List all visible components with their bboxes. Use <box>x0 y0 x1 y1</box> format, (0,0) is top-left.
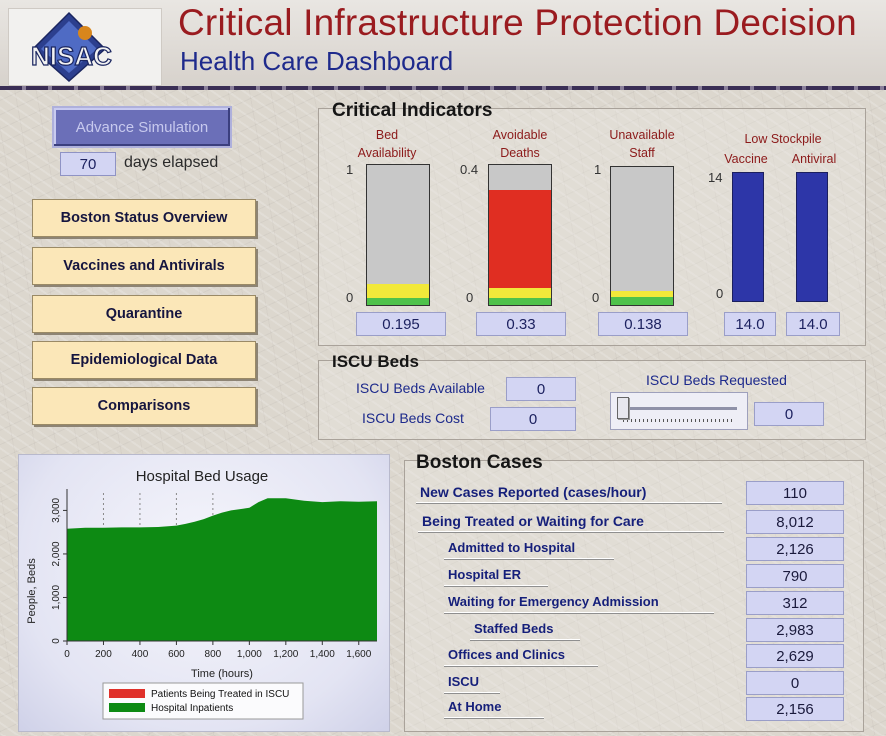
vaccines-antivirals-button[interactable]: Vaccines and Antivirals <box>32 247 256 285</box>
chart-y-axis-label: People, Beds <box>26 558 38 624</box>
unavailable-staff-gauge <box>610 166 674 306</box>
avoidable-deaths-value: 0.33 <box>476 312 566 336</box>
bed-axis-max: 1 <box>346 162 354 177</box>
low-stockpile-label: Low Stockpile <box>744 132 822 146</box>
iscu-cases-value: 0 <box>746 671 844 695</box>
antiviral-value: 14.0 <box>786 312 840 336</box>
chart-y-tick-label: 0 <box>51 638 62 644</box>
avoidable-deaths-gauge <box>488 164 552 306</box>
chart-x-tick-label: 200 <box>95 649 112 660</box>
epidemiological-data-button[interactable]: Epidemiological Data <box>32 341 256 379</box>
staff-axis-max: 1 <box>594 162 602 177</box>
page-title: Critical Infrastructure Protection Decis… <box>178 2 857 43</box>
avoidable-deaths-label: Avoidable Deaths <box>492 128 548 160</box>
offices-clinics-value: 2,629 <box>746 644 844 668</box>
chart-title: Hospital Bed Usage <box>136 468 269 485</box>
iscu-requested-slider[interactable] <box>610 392 748 430</box>
chart-x-tick-label: 0 <box>64 649 70 660</box>
antiviral-label: Antiviral <box>791 152 837 166</box>
being-treated-label: Being Treated or Waiting for Care <box>418 511 724 532</box>
unavailable-staff-label: Unavailable Staff <box>609 128 675 160</box>
nisac-logo: NISAC <box>8 8 162 86</box>
chart-x-tick-label: 600 <box>168 649 185 660</box>
chart-y-tick-label: 2,000 <box>51 541 62 566</box>
admitted-label: Admitted to Hospital <box>444 538 614 559</box>
chart-x-tick-label: 400 <box>132 649 149 660</box>
vaccine-bar <box>732 172 764 302</box>
hospital-bed-usage-chart: Hospital Bed Usage People, Beds Time (ho… <box>18 454 390 732</box>
bed-yellow-fill <box>367 284 429 298</box>
deaths-axis-max: 0.4 <box>460 162 479 177</box>
slider-thumb[interactable] <box>617 397 629 419</box>
legend-swatch <box>109 689 145 698</box>
critical-indicators-title: Critical Indicators <box>332 100 493 121</box>
vaccine-label: Vaccine <box>724 152 768 166</box>
offices-clinics-label: Offices and Clinics <box>444 645 598 666</box>
iscu-requested-value: 0 <box>754 402 824 426</box>
iscu-available-label: ISCU Beds Available <box>356 380 485 396</box>
staffed-beds-label: Staffed Beds <box>470 619 580 640</box>
deaths-yellow-fill <box>489 288 551 298</box>
legend-label: Patients Being Treated in ISCU <box>151 689 289 700</box>
chart-y-tick-label: 1,000 <box>51 585 62 610</box>
iscu-beds-title: ISCU Beds <box>332 352 419 371</box>
deaths-red-fill <box>489 190 551 288</box>
staff-green-fill <box>611 297 673 305</box>
chart-x-tick-label: 1,400 <box>310 649 335 660</box>
header-divider <box>0 86 886 90</box>
stockpile-axis-max: 14 <box>708 170 723 185</box>
iscu-available-value: 0 <box>506 377 576 401</box>
comparisons-button[interactable]: Comparisons <box>32 387 256 425</box>
antiviral-bar <box>796 172 828 302</box>
waiting-admission-label: Waiting for Emergency Admission <box>444 592 714 613</box>
at-home-value: 2,156 <box>746 697 844 721</box>
bed-availability-gauge <box>366 164 430 306</box>
new-cases-label: New Cases Reported (cases/hour) <box>416 482 722 503</box>
boston-status-overview-button[interactable]: Boston Status Overview <box>32 199 256 237</box>
unavailable-staff-value: 0.138 <box>598 312 688 336</box>
chart-x-tick-label: 1,000 <box>237 649 262 660</box>
days-elapsed-field: 70 <box>60 152 116 176</box>
waiting-admission-value: 312 <box>746 591 844 615</box>
chart-x-tick-label: 1,600 <box>346 649 371 660</box>
days-elapsed-label: days elapsed <box>124 154 219 171</box>
slider-track <box>621 407 737 410</box>
page-subtitle: Health Care Dashboard <box>180 46 454 76</box>
logo-emblem-icon: NISAC <box>30 11 113 83</box>
bed-green-fill <box>367 298 429 305</box>
chart-x-axis-label: Time (hours) <box>191 668 253 680</box>
slider-ticks <box>623 419 735 422</box>
chart-canvas: Hospital Bed Usage People, Beds Time (ho… <box>26 468 377 720</box>
iscu-cost-value: 0 <box>490 407 576 431</box>
being-treated-value: 8,012 <box>746 510 844 534</box>
admitted-value: 2,126 <box>746 537 844 561</box>
deaths-green-fill <box>489 298 551 305</box>
stockpile-axis-min: 0 <box>716 286 724 301</box>
iscu-cases-label: ISCU <box>444 672 500 693</box>
staffed-beds-value: 2,983 <box>746 618 844 642</box>
boston-cases-title: Boston Cases <box>416 452 543 473</box>
hospital-er-value: 790 <box>746 564 844 588</box>
quarantine-button[interactable]: Quarantine <box>32 295 256 333</box>
bed-availability-value: 0.195 <box>356 312 446 336</box>
at-home-label: At Home <box>444 697 544 718</box>
iscu-requested-label: ISCU Beds Requested <box>646 372 787 388</box>
deaths-axis-min: 0 <box>466 290 474 305</box>
legend-label: Hospital Inpatients <box>151 703 233 714</box>
chart-x-tick-label: 1,200 <box>273 649 298 660</box>
svg-text:NISAC: NISAC <box>31 41 112 71</box>
vaccine-value: 14.0 <box>724 312 776 336</box>
staff-axis-min: 0 <box>592 290 600 305</box>
chart-x-tick-label: 800 <box>205 649 222 660</box>
legend-swatch <box>109 703 145 712</box>
bed-availability-label: Bed Availability <box>357 128 417 160</box>
iscu-cost-label: ISCU Beds Cost <box>362 410 464 426</box>
new-cases-value: 110 <box>746 481 844 505</box>
advance-simulation-button[interactable]: Advance Simulation <box>52 106 232 148</box>
bed-axis-min: 0 <box>346 290 354 305</box>
chart-y-tick-label: 3,000 <box>51 497 62 522</box>
chart-series-area-1 <box>67 498 377 641</box>
hospital-er-label: Hospital ER <box>444 565 548 586</box>
